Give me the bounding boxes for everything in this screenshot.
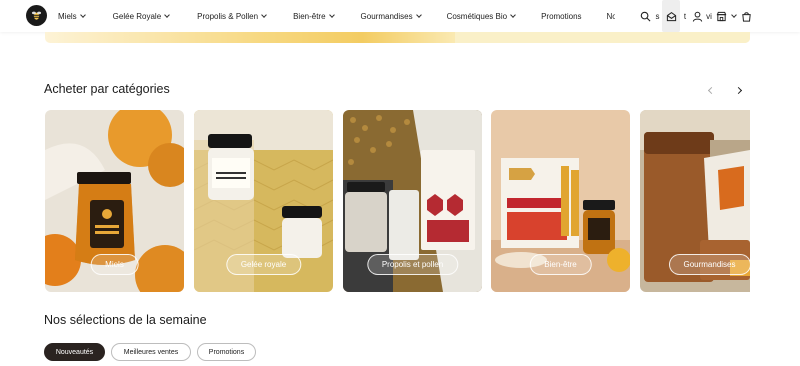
carousel-next-button[interactable] <box>731 83 745 97</box>
menu-item-propolis-pollen[interactable]: Propolis & Pollen <box>197 11 267 21</box>
tab-nouveautes[interactable]: Nouveautés <box>44 343 105 361</box>
chevron-down-icon <box>415 12 422 18</box>
user-icon[interactable] <box>690 0 704 32</box>
chevron-down-icon <box>164 12 170 18</box>
top-navigation: Miels Gelée Royale Propolis & Pollen Bie… <box>0 0 800 32</box>
chevron-down-icon <box>79 12 86 18</box>
menu-item-gourmandises[interactable]: Gourmandises <box>360 11 422 21</box>
menu-item-promotions[interactable]: Promotions <box>541 12 581 21</box>
menu-item-label: Bien-être <box>293 11 326 21</box>
menu-item-label: Cosmétiques Bio <box>446 11 508 21</box>
nav-fragment: vi <box>706 11 712 21</box>
category-label[interactable]: Gelée royale <box>225 254 302 275</box>
category-label[interactable]: Miels <box>90 254 139 275</box>
selection-tabs: Nouveautés Meilleures ventes Promotions <box>44 343 256 361</box>
carousel-prev-button[interactable] <box>704 83 718 97</box>
search-icon[interactable] <box>638 0 653 32</box>
chevron-right-icon <box>734 86 742 94</box>
tab-meilleures-ventes[interactable]: Meilleures ventes <box>111 343 191 361</box>
category-card-propolis-pollen[interactable]: Propolis et pollen <box>343 110 482 292</box>
nav-fragment: t <box>683 11 687 21</box>
category-label[interactable]: Propolis et pollen <box>366 254 459 275</box>
category-card-bien-etre[interactable]: Bien-être <box>491 110 630 292</box>
main-menu: Miels Gelée Royale Propolis & Pollen Bie… <box>58 0 625 32</box>
tab-promotions[interactable]: Promotions <box>197 343 256 361</box>
chevron-down-icon <box>328 12 335 18</box>
category-label[interactable]: Gourmandises <box>668 254 750 275</box>
store-icon[interactable] <box>714 0 728 32</box>
hero-banner-right-panel <box>455 32 750 43</box>
category-card-gourmandises[interactable]: Gourmandises <box>640 110 750 292</box>
menu-item-label: Gelée Royale <box>112 11 162 21</box>
chevron-down-icon <box>510 12 516 18</box>
mail-icon[interactable] <box>662 0 680 32</box>
category-label[interactable]: Bien-être <box>529 254 592 275</box>
chevron-down-icon[interactable] <box>728 0 739 32</box>
menu-item-label: Miels <box>58 11 77 21</box>
nav-fragment: s <box>655 11 660 21</box>
menu-item-miels[interactable]: Miels <box>58 11 86 21</box>
selections-section-title: Nos sélections de la semaine <box>44 313 207 327</box>
category-card-miels[interactable]: Miels <box>45 110 184 292</box>
bee-logo-icon[interactable] <box>26 5 47 26</box>
chevron-left-icon <box>707 86 715 94</box>
chevron-down-icon <box>261 12 267 18</box>
menu-item-cosmetiques-bio[interactable]: Cosmétiques Bio <box>446 11 516 21</box>
categories-section-title: Acheter par catégories <box>44 82 170 96</box>
menu-item-label: Promotions <box>541 11 582 21</box>
nav-icon-bar: s t vi <box>615 0 800 32</box>
menu-item-label: Propolis & Pollen <box>197 11 259 21</box>
cart-icon[interactable] <box>739 0 753 32</box>
menu-item-label: Gourmandises <box>360 11 413 21</box>
category-card-gelee-royale[interactable]: Gelée royale <box>194 110 333 292</box>
menu-item-bien-etre[interactable]: Bien-être <box>293 11 335 21</box>
menu-item-gelee-royale[interactable]: Gelée Royale <box>112 11 170 21</box>
